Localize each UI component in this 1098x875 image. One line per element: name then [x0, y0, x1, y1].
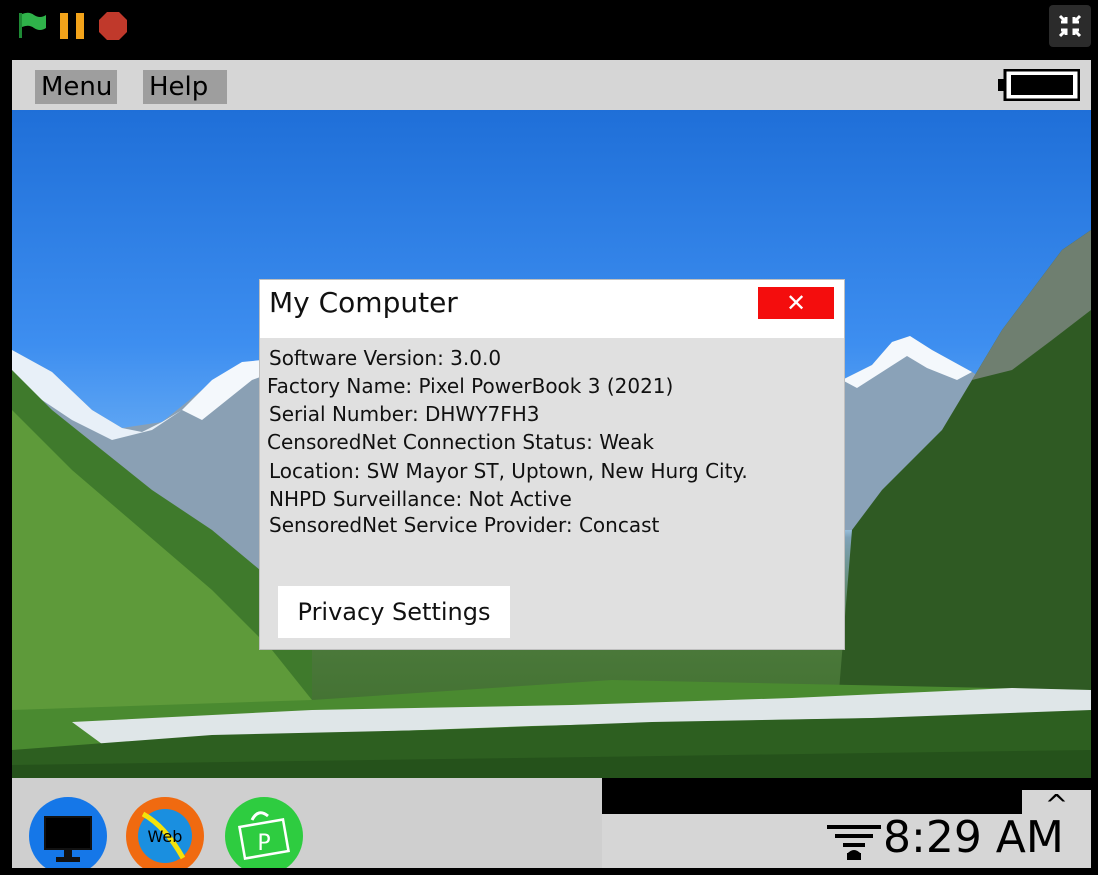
battery-icon: [998, 69, 1080, 101]
my-computer-app[interactable]: [28, 796, 108, 868]
dialog-header: My Computer ✕: [260, 280, 844, 338]
clock-text: 8:29 AM: [883, 812, 1064, 863]
wifi-icon: [827, 825, 881, 860]
help-button[interactable]: Help: [143, 70, 227, 104]
close-button[interactable]: ✕: [758, 287, 834, 319]
menu-button[interactable]: Menu: [35, 70, 117, 104]
menu-bar: Menu Help: [12, 60, 1091, 110]
exit-fullscreen-icon: [1058, 14, 1082, 38]
dialog-title: My Computer: [269, 286, 458, 319]
store-app[interactable]: P: [224, 796, 304, 868]
surveillance-status-text: NHPD Surveillance: Not Active: [269, 487, 572, 511]
connection-status-text: CensoredNet Connection Status: Weak: [267, 430, 654, 454]
stop-icon[interactable]: [98, 11, 128, 41]
software-version-text: Software Version: 3.0.0: [269, 346, 502, 370]
emulated-screen: Menu Help My Computer ✕ Software Version…: [12, 60, 1091, 868]
web-browser-app[interactable]: Web: [125, 796, 205, 868]
pause-icon[interactable]: [60, 13, 86, 39]
serial-number-text: Serial Number: DHWY7FH3: [269, 402, 540, 426]
web-app-label: Web: [148, 827, 183, 846]
privacy-settings-button[interactable]: Privacy Settings: [278, 586, 510, 638]
store-app-label: P: [257, 831, 270, 856]
factory-name-text: Factory Name: Pixel PowerBook 3 (2021): [267, 374, 674, 398]
my-computer-dialog: My Computer ✕ Software Version: 3.0.0 Fa…: [260, 280, 844, 649]
service-provider-text: SensoredNet Service Provider: Concast: [269, 513, 660, 537]
exit-fullscreen-button[interactable]: [1049, 5, 1091, 47]
green-flag-icon[interactable]: [18, 12, 48, 38]
location-text: Location: SW Mayor ST, Uptown, New Hurg …: [269, 459, 748, 483]
